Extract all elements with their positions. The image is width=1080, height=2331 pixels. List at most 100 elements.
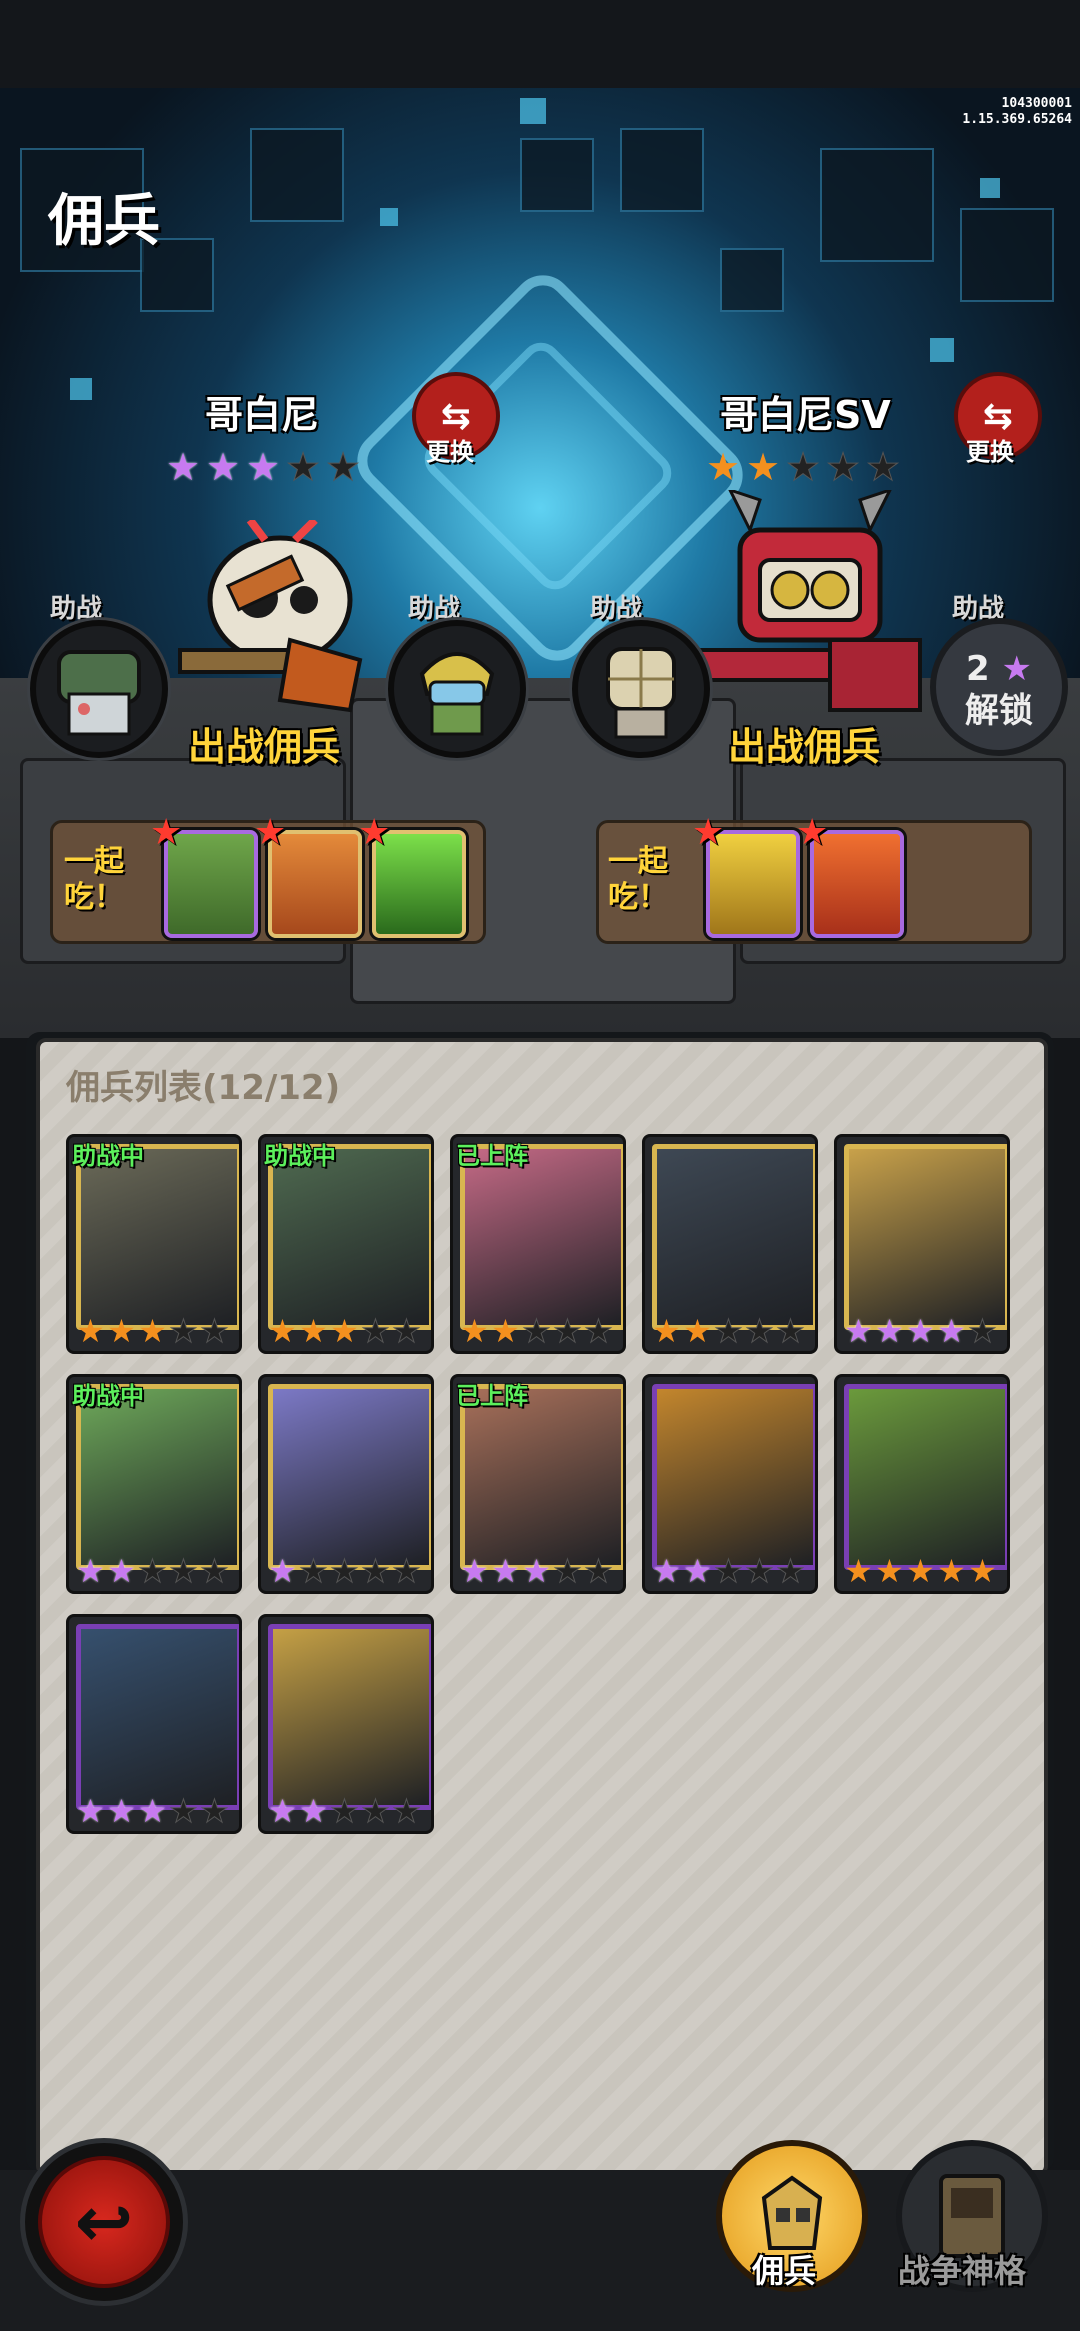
star-icon: ★ — [76, 1552, 105, 1590]
star-icon: ★ — [875, 1312, 904, 1350]
star-icon: ★ — [968, 1552, 997, 1590]
mercenary-list-panel: 佣兵列表(12/12) 助战中 ★ ★ ★ ★ ★ 助战中 ★ ★ ★ ★ ★ 已上阵 ★ ★ ★ ★ ★ ★ ★ ★ ★… — [36, 1038, 1048, 2176]
helper3-slot[interactable] — [572, 620, 710, 758]
star-icon: ★ — [165, 445, 201, 489]
mercenary-portrait — [844, 1144, 1007, 1330]
mercenary-portrait — [268, 1624, 431, 1810]
empty-star-icon: ★ — [330, 1792, 360, 1830]
star-icon: ★ — [652, 1312, 681, 1350]
mercenary-card[interactable]: ★ ★ ★ ★ ★ — [834, 1134, 1010, 1354]
card-star-rating: ★ ★ ★ ★ ★ — [267, 1312, 422, 1350]
empty-star-icon: ★ — [776, 1552, 806, 1590]
card-star-rating: ★ ★ ★ ★ ★ — [75, 1552, 230, 1590]
red-star-icon: ★ — [796, 812, 829, 853]
empty-star-icon: ★ — [361, 1792, 391, 1830]
star-icon: ★ — [652, 1552, 681, 1590]
empty-star-icon: ★ — [825, 445, 861, 489]
feed-label-line2: 吃！ — [64, 880, 124, 915]
helper4-locked-slot[interactable]: 2 ★ 解锁 — [930, 618, 1068, 756]
star-icon: ★ — [330, 1312, 359, 1350]
star-icon: ★ — [138, 1792, 167, 1830]
empty-star-icon: ★ — [968, 1312, 998, 1350]
empty-star-icon: ★ — [200, 1312, 230, 1350]
red-star-icon: ★ — [692, 812, 725, 853]
mercenary-portrait — [652, 1384, 815, 1570]
empty-star-icon: ★ — [285, 445, 321, 489]
card-star-rating: ★ ★ ★ ★ ★ — [843, 1555, 998, 1587]
slot1-mercenary-figure[interactable] — [170, 520, 370, 720]
star-icon: ★ — [460, 1552, 489, 1590]
empty-star-icon: ★ — [865, 445, 901, 489]
red-star-icon: ★ — [358, 812, 391, 853]
card-star-rating: ★ ★ ★ ★ ★ — [75, 1792, 230, 1830]
red-star-icon: ★ — [150, 812, 183, 853]
mercenary-portrait — [268, 1384, 431, 1570]
empty-star-icon: ★ — [330, 1552, 360, 1590]
helper2-slot[interactable] — [388, 620, 526, 758]
slot1-feed-label: 一起 吃！ — [64, 844, 124, 916]
mercenary-portrait — [844, 1384, 1007, 1570]
empty-star-icon: ★ — [169, 1312, 199, 1350]
card-star-rating: ★ ★ ★ ★ ★ — [459, 1312, 614, 1350]
star-icon: ★ — [1001, 649, 1032, 689]
slot2-mercenary-figure[interactable] — [690, 490, 930, 720]
status-badge: 已上阵 — [456, 1142, 528, 1170]
unlock-label: 解锁 — [965, 691, 1033, 731]
status-badge: 助战中 — [72, 1142, 144, 1170]
mercenary-card[interactable]: 已上阵 ★ ★ ★ ★ ★ — [450, 1134, 626, 1354]
card-star-rating: ★ ★ ★ ★ ★ — [75, 1312, 230, 1350]
page-title: 佣兵 — [48, 189, 160, 254]
slot2-swap-label: 更换 — [966, 438, 1014, 466]
mercenary-list-container: 佣兵列表(12/12) 助战中 ★ ★ ★ ★ ★ 助战中 ★ ★ ★ ★ ★ 已上阵 ★ ★ ★ ★ ★ ★ ★ ★ ★… — [26, 1032, 1054, 2176]
empty-star-icon: ★ — [745, 1312, 775, 1350]
mercenary-card[interactable]: ★ ★ ★ ★ ★ — [258, 1614, 434, 1834]
mercenary-card[interactable]: ★ ★ ★ ★ ★ — [258, 1374, 434, 1594]
empty-star-icon: ★ — [553, 1552, 583, 1590]
star-icon: ★ — [245, 445, 281, 489]
mercenary-card[interactable]: 助战中 ★ ★ ★ ★ ★ — [66, 1134, 242, 1354]
status-badge: 助战中 — [72, 1382, 144, 1410]
star-icon: ★ — [844, 1312, 873, 1350]
mercenary-portrait — [76, 1624, 239, 1810]
tab-mercenary-label: 佣兵 — [752, 2252, 817, 2290]
empty-star-icon: ★ — [299, 1552, 329, 1590]
mercenary-portrait — [268, 1144, 431, 1330]
star-icon: ★ — [745, 445, 781, 489]
mercenary-card[interactable]: ★ ★ ★ ★ ★ — [66, 1614, 242, 1834]
slot1-deploy-label: 出战佣兵 — [188, 725, 341, 769]
star-icon: ★ — [76, 1312, 105, 1350]
empty-star-icon: ★ — [200, 1792, 230, 1830]
star-icon: ★ — [875, 1552, 904, 1590]
feed-label-line2: 吃！ — [608, 880, 668, 915]
empty-star-icon: ★ — [785, 445, 821, 489]
tab-war-divinity-label: 战争神格 — [898, 2252, 1027, 2290]
mercenary-portrait — [76, 1144, 239, 1330]
star-icon: ★ — [299, 1312, 328, 1350]
star-icon: ★ — [268, 1312, 297, 1350]
mercenary-card[interactable]: 助战中 ★ ★ ★ ★ ★ — [258, 1134, 434, 1354]
empty-star-icon: ★ — [361, 1552, 391, 1590]
star-icon: ★ — [205, 445, 241, 489]
mercenary-card[interactable]: ★ ★ ★ ★ ★ — [642, 1134, 818, 1354]
swap-icon: ⇆ — [982, 395, 1014, 437]
card-star-rating: ★ ★ ★ ★ ★ — [651, 1312, 806, 1350]
mercenary-portrait — [460, 1384, 623, 1570]
star-icon: ★ — [76, 1792, 105, 1830]
star-icon: ★ — [299, 1792, 328, 1830]
version-build: 104300001 — [1001, 96, 1072, 111]
star-icon: ★ — [906, 1552, 935, 1590]
star-icon: ★ — [522, 1552, 551, 1590]
mercenary-card[interactable]: 已上阵 ★ ★ ★ ★ ★ — [450, 1374, 626, 1594]
red-star-icon: ★ — [254, 812, 287, 853]
mercenary-card[interactable]: ★ ★ ★ ★ ★ — [642, 1374, 818, 1594]
star-icon: ★ — [491, 1312, 520, 1350]
back-button[interactable]: ↩ — [20, 2138, 188, 2306]
helper1-slot[interactable] — [30, 620, 168, 758]
empty-star-icon: ★ — [392, 1792, 422, 1830]
empty-star-icon: ★ — [714, 1552, 744, 1590]
mercenary-card[interactable]: 助战中 ★ ★ ★ ★ ★ — [66, 1374, 242, 1594]
empty-star-icon: ★ — [169, 1792, 199, 1830]
star-icon: ★ — [683, 1552, 712, 1590]
mercenary-card[interactable]: ★ ★ ★ ★ ★ — [834, 1374, 1010, 1594]
empty-star-icon: ★ — [138, 1552, 168, 1590]
